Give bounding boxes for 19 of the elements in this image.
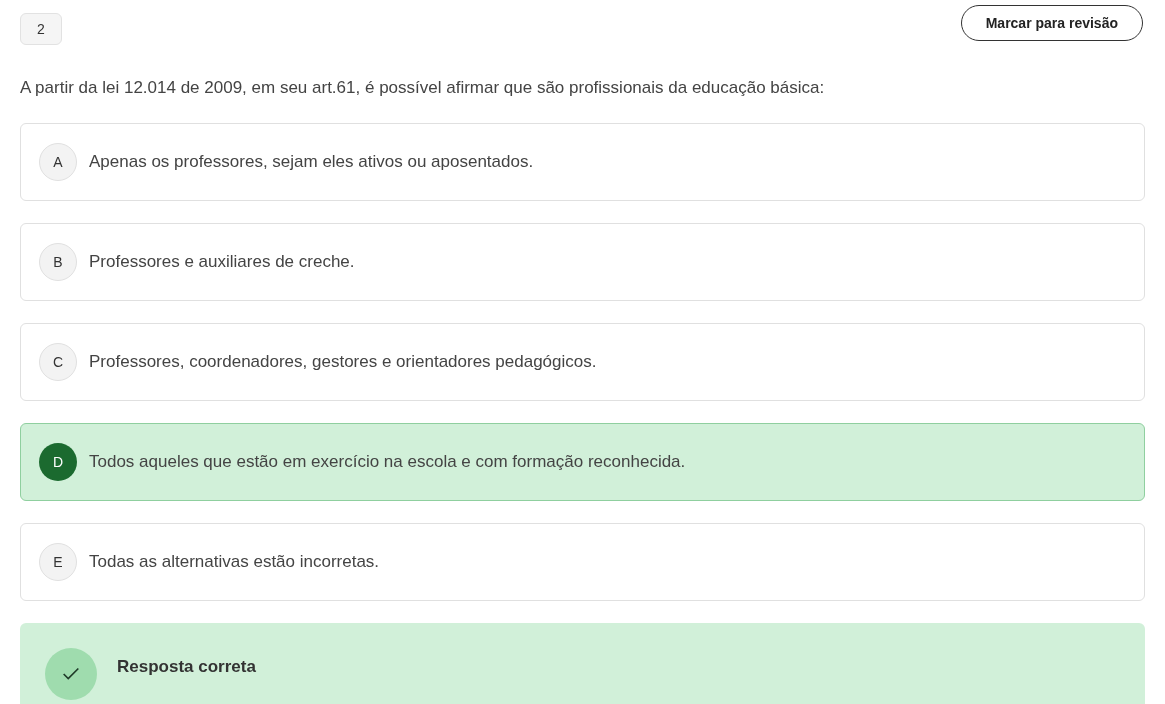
answer-option[interactable]: B Professores e auxiliares de creche. [20,222,1145,301]
option-letter: B [39,242,77,281]
question-number: 2 [20,13,62,45]
question-text: A partir da lei 12.014 de 2009, em seu art.61, é possível afirmar que são profissionais da educação básica: [20,77,826,99]
answer-option[interactable]: C Professores, coordenadores, gestores e orientadores pedagógicos. [20,322,1145,401]
feedback-title: Resposta correta [117,655,256,678]
option-text: Professores, coordenadores, gestores e orientadores pedagógicos. [89,350,597,373]
option-text: Todos aqueles que estão em exercício na escola e com formação reconhecida. [89,450,686,473]
answer-option[interactable]: A Apenas os professores, sejam eles ativos ou aposentados. [20,122,1145,201]
option-letter: E [39,542,77,581]
answer-option[interactable]: E Todas as alternativas estão incorretas. [20,522,1145,601]
check-icon [45,647,97,700]
option-text: Todas as alternativas estão incorretas. [89,550,380,573]
option-letter: A [39,142,77,181]
option-text: Apenas os professores, sejam eles ativos ou aposentados. [89,150,534,173]
answer-option[interactable]: D Todos aqueles que estão em exercício na escola e com formação reconhecida. [20,422,1145,501]
option-letter: D [39,442,77,481]
option-text: Professores e auxiliares de creche. [89,250,355,273]
option-letter: C [39,342,77,381]
